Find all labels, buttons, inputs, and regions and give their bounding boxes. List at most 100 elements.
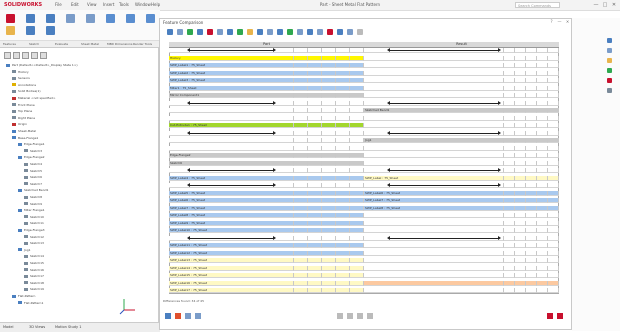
search-input[interactable]: Search Commands [515,2,560,8]
grid-row[interactable]: SWP_Label7 : 75_Sheet SWP_Label8 : 75_She… [169,205,559,211]
tree-item[interactable]: Sketched Bend1 [18,188,48,192]
bottom-tab-3d-views[interactable]: 3D Views [29,324,45,331]
extruded-boss-icon[interactable] [26,14,35,23]
left-feature-cell[interactable]: SWP_Label17 : 75_Sheet [169,288,294,293]
toolbar-tool-7-icon[interactable] [227,29,233,35]
menu-item-file[interactable]: File [55,2,62,8]
grid-row[interactable] [169,48,559,53]
left-feature-cell[interactable] [169,138,294,143]
right-feature-cell[interactable] [364,258,504,263]
tree-item[interactable]: Solid Bodies(1) [12,89,41,93]
grid-row[interactable]: SWP_Label3 : 75_Sheet [169,78,559,83]
pan-icon[interactable] [367,313,373,319]
left-feature-cell[interactable]: SWP_Label4 : 75_Sheet [169,175,294,181]
revolved-boss-icon[interactable] [46,14,55,23]
menu-item-view[interactable]: View [87,2,97,8]
minimize-button[interactable]: — [592,1,600,9]
left-feature-cell[interactable]: SWP_Label5 : 75_Sheet [169,190,294,196]
toolbar-tool-2-icon[interactable] [177,29,183,35]
tree-item[interactable]: Sketch10 [24,215,44,219]
grid-row[interactable]: SWP_Label2 : 75_Sheet [169,70,559,76]
grid-row[interactable]: SWP_Label4 : 75_Sheet SWP_Label : 75_Shee… [169,175,559,181]
appearances-icon[interactable] [607,78,612,83]
right-feature-cell[interactable]: SWP_Label8 : 75_Sheet [364,205,504,211]
toolbar-tool-12-icon[interactable] [277,29,283,35]
dialog-help-button[interactable]: ? [548,19,555,25]
tree-item[interactable]: Sketch4 [24,162,42,166]
left-feature-cell[interactable]: Miter1 : 75_Sheet [169,85,294,91]
feature-tree-icon[interactable] [4,52,11,59]
tree-item[interactable]: Sketch8 [24,195,42,199]
tree-item[interactable]: Sketch7 [24,182,42,186]
grid-row[interactable] [169,100,559,106]
menu-item-insert[interactable]: Insert [103,2,114,8]
new-icon[interactable] [6,14,15,23]
file-explorer-icon[interactable] [607,58,612,63]
left-feature-cell[interactable]: SWP_Label12 : 75_Sheet [169,250,294,256]
right-feature-cell[interactable] [364,288,504,293]
left-feature-cell[interactable]: SWP_Label7 : 75_Sheet [169,205,294,211]
grid-row[interactable]: SWP_Label13 : 75_Sheet [169,258,559,263]
left-feature-cell[interactable] [169,108,294,113]
menu-item-window[interactable]: Window [135,2,151,8]
tree-item[interactable]: Sketch13 [24,241,44,245]
tree-item[interactable]: Edge-Flange3 [18,228,45,232]
help-icon[interactable] [557,313,563,319]
left-feature-cell[interactable]: History [169,55,294,61]
toolbar-tool-20-icon[interactable] [357,29,363,35]
right-feature-cell[interactable]: Sketched Bend1 [364,108,504,113]
toolbar-tool-3-icon[interactable] [187,29,193,35]
tree-item[interactable]: Sketch12 [24,235,44,239]
tree-item[interactable]: Part (Default<<Default>_Display State 1>… [6,63,78,67]
tree-item[interactable]: Sketch3 [24,149,42,153]
grid-row[interactable]: Edge-Flange2 [169,153,559,158]
toolbar-tool-14-icon[interactable] [297,29,303,35]
toolbar-tool-1-icon[interactable] [167,29,173,35]
toolbar-tool-11-icon[interactable] [267,29,273,35]
right-feature-cell[interactable] [364,250,504,256]
tree-item[interactable]: Sketch19 [24,287,44,291]
right-feature-cell[interactable] [364,228,504,233]
left-feature-cell[interactable]: Cut-Extrude1 : 75_Sheet [169,123,294,128]
tab-features[interactable]: Features [3,41,16,47]
fillet-icon[interactable] [106,14,115,23]
right-feature-cell[interactable]: SWP_Label6 : 75_Sheet [364,190,504,196]
zoom-out-icon[interactable] [347,313,353,319]
lofted-boss-icon[interactable] [86,14,95,23]
menu-item-edit[interactable]: Edit [71,2,79,8]
right-feature-cell[interactable] [364,70,504,76]
tree-item[interactable]: Base-Flange1 [12,136,38,140]
swept-boss-icon[interactable] [66,14,75,23]
tree-item[interactable]: Edge-Flange2 [18,155,45,159]
configuration-manager-icon[interactable] [22,52,29,59]
right-feature-cell[interactable] [364,220,504,226]
toolbar-tool-9-icon[interactable] [247,29,253,35]
tree-item[interactable]: Front Plane [12,103,35,107]
toolbar-tool-18-icon[interactable] [337,29,343,35]
grid-row[interactable]: SWP_Label5 : 75_Sheet SWP_Label6 : 75_She… [169,190,559,196]
grid-row[interactable]: Miter1 : 75_Sheet [169,85,559,91]
grid-row[interactable]: SWP_Label14 : 75_Sheet [169,265,559,271]
toolbar-tool-6-icon[interactable] [217,29,223,35]
grid-row[interactable]: Jog1 [169,138,559,143]
grid-row[interactable] [169,115,559,121]
tree-item[interactable]: Sketch9 [24,202,42,206]
right-feature-cell[interactable]: SWP_Label7 : 75_Sheet [364,198,504,203]
tree-item[interactable]: Annotations [12,83,36,87]
left-feature-cell[interactable]: SWP_Label16 : 75_Sheet [169,280,294,286]
tree-item[interactable]: Sketch5 [24,169,42,173]
right-feature-cell[interactable] [364,265,504,271]
tab-evaluate[interactable]: Evaluate [55,41,68,47]
left-feature-cell[interactable]: SWP_Label3 : 75_Sheet [169,78,294,83]
grid-row[interactable] [169,130,559,136]
close-report-icon[interactable] [547,313,553,319]
tab-sheet-metal[interactable]: Sheet Metal [81,41,99,47]
toolbar-tool-17-icon[interactable] [327,29,333,35]
bottom-tab-model[interactable]: Model [3,324,14,331]
right-feature-cell[interactable]: SWP_Label : 75_Sheet [364,175,504,181]
grid-row[interactable] [169,183,559,188]
design-library-icon[interactable] [607,48,612,53]
left-feature-cell[interactable]: Sketch6 [169,160,294,166]
display-manager-icon[interactable] [40,52,47,59]
right-feature-cell[interactable] [364,153,504,158]
